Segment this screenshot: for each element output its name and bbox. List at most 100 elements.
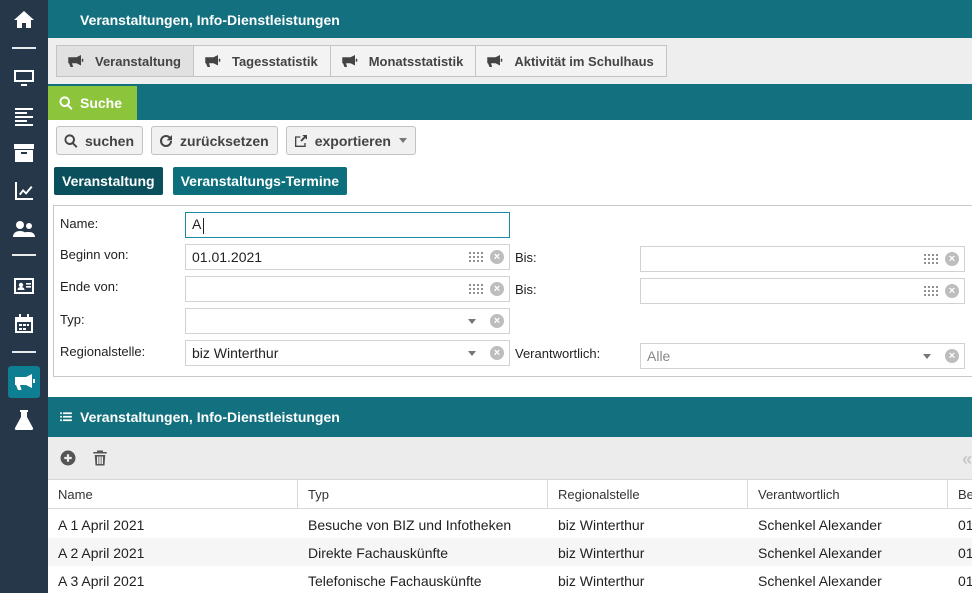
beginn-from-field[interactable]: 01.01.2021 × bbox=[185, 244, 510, 270]
users-icon[interactable] bbox=[0, 211, 48, 247]
name-input-value: A bbox=[192, 216, 509, 234]
chevron-down-icon bbox=[468, 318, 476, 324]
cell-beginn: 01 bbox=[958, 573, 972, 589]
cell-typ: Besuche von BIZ und Infotheken bbox=[308, 517, 512, 533]
page-title: Veranstaltungen, Info-Dienstleistungen bbox=[48, 0, 972, 38]
flask-icon[interactable] bbox=[0, 402, 48, 438]
chart-line-icon[interactable] bbox=[0, 173, 48, 209]
search-subtabs: Veranstaltung Veranstaltungs-Termine bbox=[54, 167, 357, 195]
chevron-down-icon bbox=[398, 138, 407, 143]
cell-regionalstelle: biz Winterthur bbox=[558, 545, 645, 561]
search-tab[interactable]: Suche bbox=[48, 86, 137, 120]
clear-icon[interactable]: × bbox=[490, 346, 504, 360]
clear-icon[interactable]: × bbox=[490, 282, 504, 296]
search-actions: suchen zurücksetzen exportieren bbox=[56, 126, 424, 155]
tab-aktivitaet-schulhaus[interactable]: Aktivität im Schulhaus bbox=[475, 45, 667, 77]
megaphone-icon bbox=[487, 55, 503, 67]
megaphone-icon bbox=[68, 55, 84, 67]
beginn-bis-label: Bis: bbox=[515, 250, 537, 265]
verantwortlich-select-value: Alle bbox=[647, 348, 671, 364]
ende-to-field[interactable]: × bbox=[640, 278, 965, 304]
cell-name: A 3 April 2021 bbox=[58, 573, 145, 589]
tab-monatsstatistik[interactable]: Monatsstatistik bbox=[329, 45, 477, 77]
archive-icon[interactable] bbox=[0, 135, 48, 171]
tab-label: Tagesstatistik bbox=[231, 53, 318, 69]
search-button[interactable]: suchen bbox=[56, 126, 144, 155]
clear-icon[interactable]: × bbox=[490, 250, 504, 264]
typ-label: Typ: bbox=[60, 312, 85, 327]
typ-select[interactable]: × bbox=[185, 308, 510, 334]
regionalstelle-select[interactable]: biz Winterthur × bbox=[185, 340, 510, 366]
clear-icon[interactable]: × bbox=[945, 252, 959, 266]
tab-label: Veranstaltung bbox=[95, 53, 181, 69]
calendar-icon[interactable] bbox=[923, 285, 939, 297]
megaphone-icon bbox=[341, 55, 357, 67]
align-left-icon[interactable] bbox=[0, 98, 48, 134]
sidebar-divider bbox=[12, 351, 36, 353]
search-tab-label: Suche bbox=[80, 95, 123, 111]
ende-from-field[interactable]: × bbox=[185, 276, 510, 302]
calendar-icon[interactable] bbox=[0, 306, 48, 342]
subtab-veranstaltungs-termine[interactable]: Veranstaltungs-Termine bbox=[172, 167, 348, 195]
column-header-verantwortlich[interactable]: Verantwortlich bbox=[748, 480, 948, 509]
cell-verantwortlich: Schenkel Alexander bbox=[758, 517, 882, 533]
megaphone-icon[interactable] bbox=[8, 366, 40, 398]
search-icon bbox=[59, 96, 73, 110]
verantwortlich-select[interactable]: Alle × bbox=[640, 343, 965, 369]
beginn-label: Beginn von: bbox=[60, 247, 129, 262]
beginn-from-value: 01.01.2021 bbox=[192, 249, 263, 265]
refresh-icon bbox=[160, 134, 173, 147]
cell-beginn: 01 bbox=[958, 545, 972, 561]
calendar-icon[interactable] bbox=[468, 251, 484, 263]
clear-icon[interactable]: × bbox=[490, 314, 504, 328]
cell-typ: Direkte Fachauskünfte bbox=[308, 545, 449, 561]
export-button[interactable]: exportieren bbox=[285, 126, 416, 155]
subtab-veranstaltung[interactable]: Veranstaltung bbox=[54, 167, 163, 195]
sidebar-divider bbox=[12, 254, 36, 256]
calendar-icon[interactable] bbox=[923, 253, 939, 265]
tab-label: Monatsstatistik bbox=[368, 53, 464, 69]
share-export-icon bbox=[294, 134, 307, 147]
trash-icon[interactable] bbox=[91, 449, 109, 467]
table-row[interactable]: A 1 April 2021 Besuche von BIZ und Infot… bbox=[48, 510, 972, 538]
column-header-regionalstelle[interactable]: Regionalstelle bbox=[548, 480, 748, 509]
column-header-typ[interactable]: Typ bbox=[298, 480, 548, 509]
reset-button[interactable]: zurücksetzen bbox=[151, 126, 278, 155]
search-band: Suche bbox=[48, 84, 972, 120]
clear-icon[interactable]: × bbox=[945, 284, 959, 298]
list-header: Veranstaltungen, Info-Dienstleistungen bbox=[48, 397, 972, 437]
cell-regionalstelle: biz Winterthur bbox=[558, 573, 645, 589]
regionalstelle-label: Regionalstelle: bbox=[60, 344, 146, 359]
app: Veranstaltungen, Info-Dienstleistungen V… bbox=[0, 0, 972, 593]
ende-bis-label: Bis: bbox=[515, 282, 537, 297]
name-label: Name: bbox=[60, 216, 99, 231]
verantwortlich-label: Verantwortlich: bbox=[515, 346, 601, 361]
calendar-icon[interactable] bbox=[468, 283, 484, 295]
beginn-to-field[interactable]: × bbox=[640, 246, 965, 272]
tab-tagesstatistik[interactable]: Tagesstatistik bbox=[192, 45, 331, 77]
list-icon bbox=[60, 412, 72, 422]
add-circle-icon[interactable] bbox=[59, 449, 77, 467]
clear-icon[interactable]: × bbox=[945, 349, 959, 363]
column-header-beginn[interactable]: Be bbox=[948, 480, 972, 509]
cell-name: A 1 April 2021 bbox=[58, 517, 145, 533]
name-input[interactable]: A bbox=[185, 212, 510, 238]
monitor-icon[interactable] bbox=[0, 60, 48, 96]
ende-label: Ende von: bbox=[60, 279, 119, 294]
table-row[interactable]: A 2 April 2021 Direkte Fachauskünfte biz… bbox=[48, 538, 972, 566]
scroll-left-icon[interactable]: « bbox=[962, 449, 972, 470]
cell-verantwortlich: Schenkel Alexander bbox=[758, 573, 882, 589]
chevron-down-icon bbox=[923, 353, 931, 359]
tab-veranstaltung[interactable]: Veranstaltung bbox=[56, 45, 194, 77]
id-card-icon[interactable] bbox=[0, 268, 48, 304]
sidebar bbox=[0, 0, 48, 593]
column-header-name[interactable]: Name bbox=[48, 480, 298, 509]
megaphone-icon bbox=[205, 55, 221, 67]
home-icon[interactable] bbox=[0, 2, 48, 38]
list-toolbar: « bbox=[48, 437, 972, 479]
search-icon bbox=[64, 133, 78, 148]
tab-label: Aktivität im Schulhaus bbox=[514, 53, 654, 69]
search-form: Name: A Beginn von: 01.01.2021 × Bis: × … bbox=[53, 205, 972, 377]
list-title: Veranstaltungen, Info-Dienstleistungen bbox=[80, 409, 340, 425]
table-row[interactable]: A 3 April 2021 Telefonische Fachauskünft… bbox=[48, 566, 972, 593]
